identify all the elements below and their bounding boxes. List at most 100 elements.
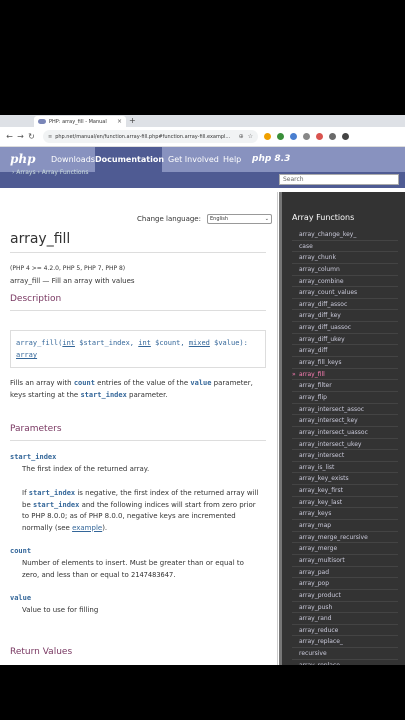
bookmark-star-icon[interactable]: ☆ <box>248 133 253 140</box>
return-values-heading: Return Values <box>10 647 73 657</box>
sidebar-item[interactable]: array_keys <box>292 508 398 521</box>
sidebar-item[interactable]: array_intersect <box>292 450 398 462</box>
param-desc: Number of elements to insert. Must be gr… <box>22 558 262 581</box>
sidebar-item[interactable]: array_fill <box>292 369 398 381</box>
example-link[interactable]: example <box>72 524 102 532</box>
forward-button[interactable]: → <box>15 132 26 141</box>
divider <box>10 310 266 311</box>
sidebar-item[interactable]: array_diff_key <box>292 310 398 323</box>
param-ref: value <box>190 379 212 387</box>
param-ref: start_index <box>28 489 76 497</box>
sidebar-item[interactable]: array_diff_ukey <box>292 334 398 346</box>
nav-get-involved[interactable]: Get Involved <box>168 147 219 172</box>
sidebar-item[interactable]: array_column <box>292 264 398 276</box>
sidebar-item[interactable]: array_key_first <box>292 485 398 497</box>
profile-avatar-icon[interactable] <box>329 133 336 140</box>
max-int-value: 2147483647 <box>131 570 174 579</box>
tab-title: PHP: array_fill - Manual <box>49 118 107 125</box>
sidebar-item[interactable]: array_intersect_key <box>292 415 398 427</box>
php-version-logo[interactable]: php 8.3 <box>252 147 290 172</box>
page-title: array_fill <box>10 231 71 247</box>
sidebar-item[interactable]: array_intersect_ukey <box>292 439 398 451</box>
extension-icon[interactable] <box>303 133 310 140</box>
type-link[interactable]: int <box>138 339 151 347</box>
type-link[interactable]: mixed <box>189 339 210 347</box>
reload-button[interactable]: ↻ <box>26 132 37 141</box>
sidebar-item[interactable]: array_diff_uassoc <box>292 322 398 334</box>
php-favicon-icon <box>38 119 46 124</box>
text: . <box>173 570 176 579</box>
sidebar-item[interactable]: array_merge <box>292 543 398 555</box>
sidebar-item[interactable]: array_product <box>292 590 398 602</box>
close-tab-icon[interactable]: × <box>117 118 122 125</box>
address-bar[interactable]: ≡ php.net/manual/en/function.array-fill.… <box>43 130 258 143</box>
sidebar-item[interactable]: array_filter <box>292 380 398 392</box>
type-link[interactable]: int <box>62 339 75 347</box>
language-value: English <box>209 216 229 222</box>
nav-help[interactable]: Help <box>223 147 241 172</box>
sidebar-item[interactable]: array_intersect_assoc <box>292 404 398 416</box>
param-ref: start_index <box>80 390 127 399</box>
text: parameter. <box>126 390 168 399</box>
sub-header: › Arrays › Array Functions Search <box>0 169 405 188</box>
new-tab-button[interactable]: + <box>129 116 136 126</box>
extension-icon[interactable] <box>264 133 271 140</box>
sidebar-item[interactable]: array_replace <box>292 660 398 665</box>
sidebar-item[interactable]: array_reduce <box>292 625 398 637</box>
sidebar-item[interactable]: array_flip <box>292 392 398 404</box>
sidebar-item[interactable]: array_change_key_ <box>292 229 398 241</box>
divider <box>10 440 266 441</box>
sidebar-item[interactable]: array_combine <box>292 276 398 288</box>
back-button[interactable]: ← <box>4 132 15 141</box>
zoom-icon[interactable]: ⊕ <box>239 133 244 140</box>
sidebar-item[interactable]: array_merge_recursive <box>292 532 398 544</box>
sidebar-item[interactable]: array_key_exists <box>292 473 398 486</box>
extension-icon[interactable] <box>277 133 284 140</box>
browser-window: PHP: array_fill - Manual × + ← → ↻ ≡ php… <box>0 115 405 665</box>
parameters-heading: Parameters <box>10 424 62 434</box>
sidebar-item[interactable]: array_diff <box>292 345 398 358</box>
url-text: php.net/manual/en/function.array-fill.ph… <box>55 133 231 140</box>
ref-purpose: array_fill — Fill an array with values <box>10 277 135 285</box>
sidebar-item[interactable]: array_intersect_uassoc <box>292 427 398 439</box>
synopsis-fn: array_fill( <box>16 339 63 347</box>
extension-icon[interactable] <box>290 133 297 140</box>
sidebar-item[interactable]: array_pad <box>292 567 398 579</box>
language-select[interactable]: English ⌄ <box>206 214 272 224</box>
sidebar-item[interactable]: array_rand <box>292 613 398 625</box>
divider <box>10 252 266 253</box>
sidebar-item[interactable]: array_multisort <box>292 555 398 567</box>
description-text: Fills an array with count entries of the… <box>10 378 268 401</box>
site-info-icon[interactable]: ≡ <box>48 134 52 140</box>
sidebar-item[interactable]: recursive <box>292 648 398 660</box>
search-input[interactable]: Search <box>279 174 399 185</box>
sidebar-title: Array Functions <box>292 213 355 222</box>
sidebar-item[interactable]: array_map <box>292 520 398 532</box>
sidebar-item[interactable]: array_push <box>292 602 398 614</box>
sidebar-item[interactable]: array_diff_assoc <box>292 299 398 311</box>
sidebar-item[interactable]: array_replace_ <box>292 636 398 649</box>
version-info: (PHP 4 >= 4.2.0, PHP 5, PHP 7, PHP 8) <box>10 265 126 272</box>
param-term-value: value <box>10 594 32 602</box>
sidebar-item[interactable]: array_chunk <box>292 252 398 264</box>
chevron-down-icon: ⌄ <box>264 216 269 222</box>
change-language: Change language: English ⌄ <box>137 214 272 224</box>
sidebar-item[interactable]: case <box>292 241 398 253</box>
return-type-link[interactable]: array <box>16 351 37 359</box>
sidebar-item[interactable]: array_pop <box>292 578 398 590</box>
sidebar-item[interactable]: array_fill_keys <box>292 357 398 369</box>
extension-icon[interactable] <box>316 133 323 140</box>
sidebar-item[interactable]: array_is_list <box>292 462 398 474</box>
php-logo[interactable]: php <box>10 152 36 166</box>
sidebar-item[interactable]: array_count_values <box>292 287 398 299</box>
param-ref: count <box>73 379 95 387</box>
sidebar-item[interactable]: array_key_last <box>292 497 398 509</box>
synopsis-close: ): <box>239 339 248 347</box>
param-term-count: count <box>10 547 32 555</box>
description-heading: Description <box>10 294 62 304</box>
breadcrumb[interactable]: › Arrays › Array Functions <box>12 169 89 176</box>
nav-documentation[interactable]: Documentation <box>95 147 164 172</box>
menu-icon[interactable] <box>342 133 349 140</box>
sidebar: Array Functions array_change_key_ case arr… <box>279 192 405 665</box>
browser-tab[interactable]: PHP: array_fill - Manual × <box>34 116 126 127</box>
